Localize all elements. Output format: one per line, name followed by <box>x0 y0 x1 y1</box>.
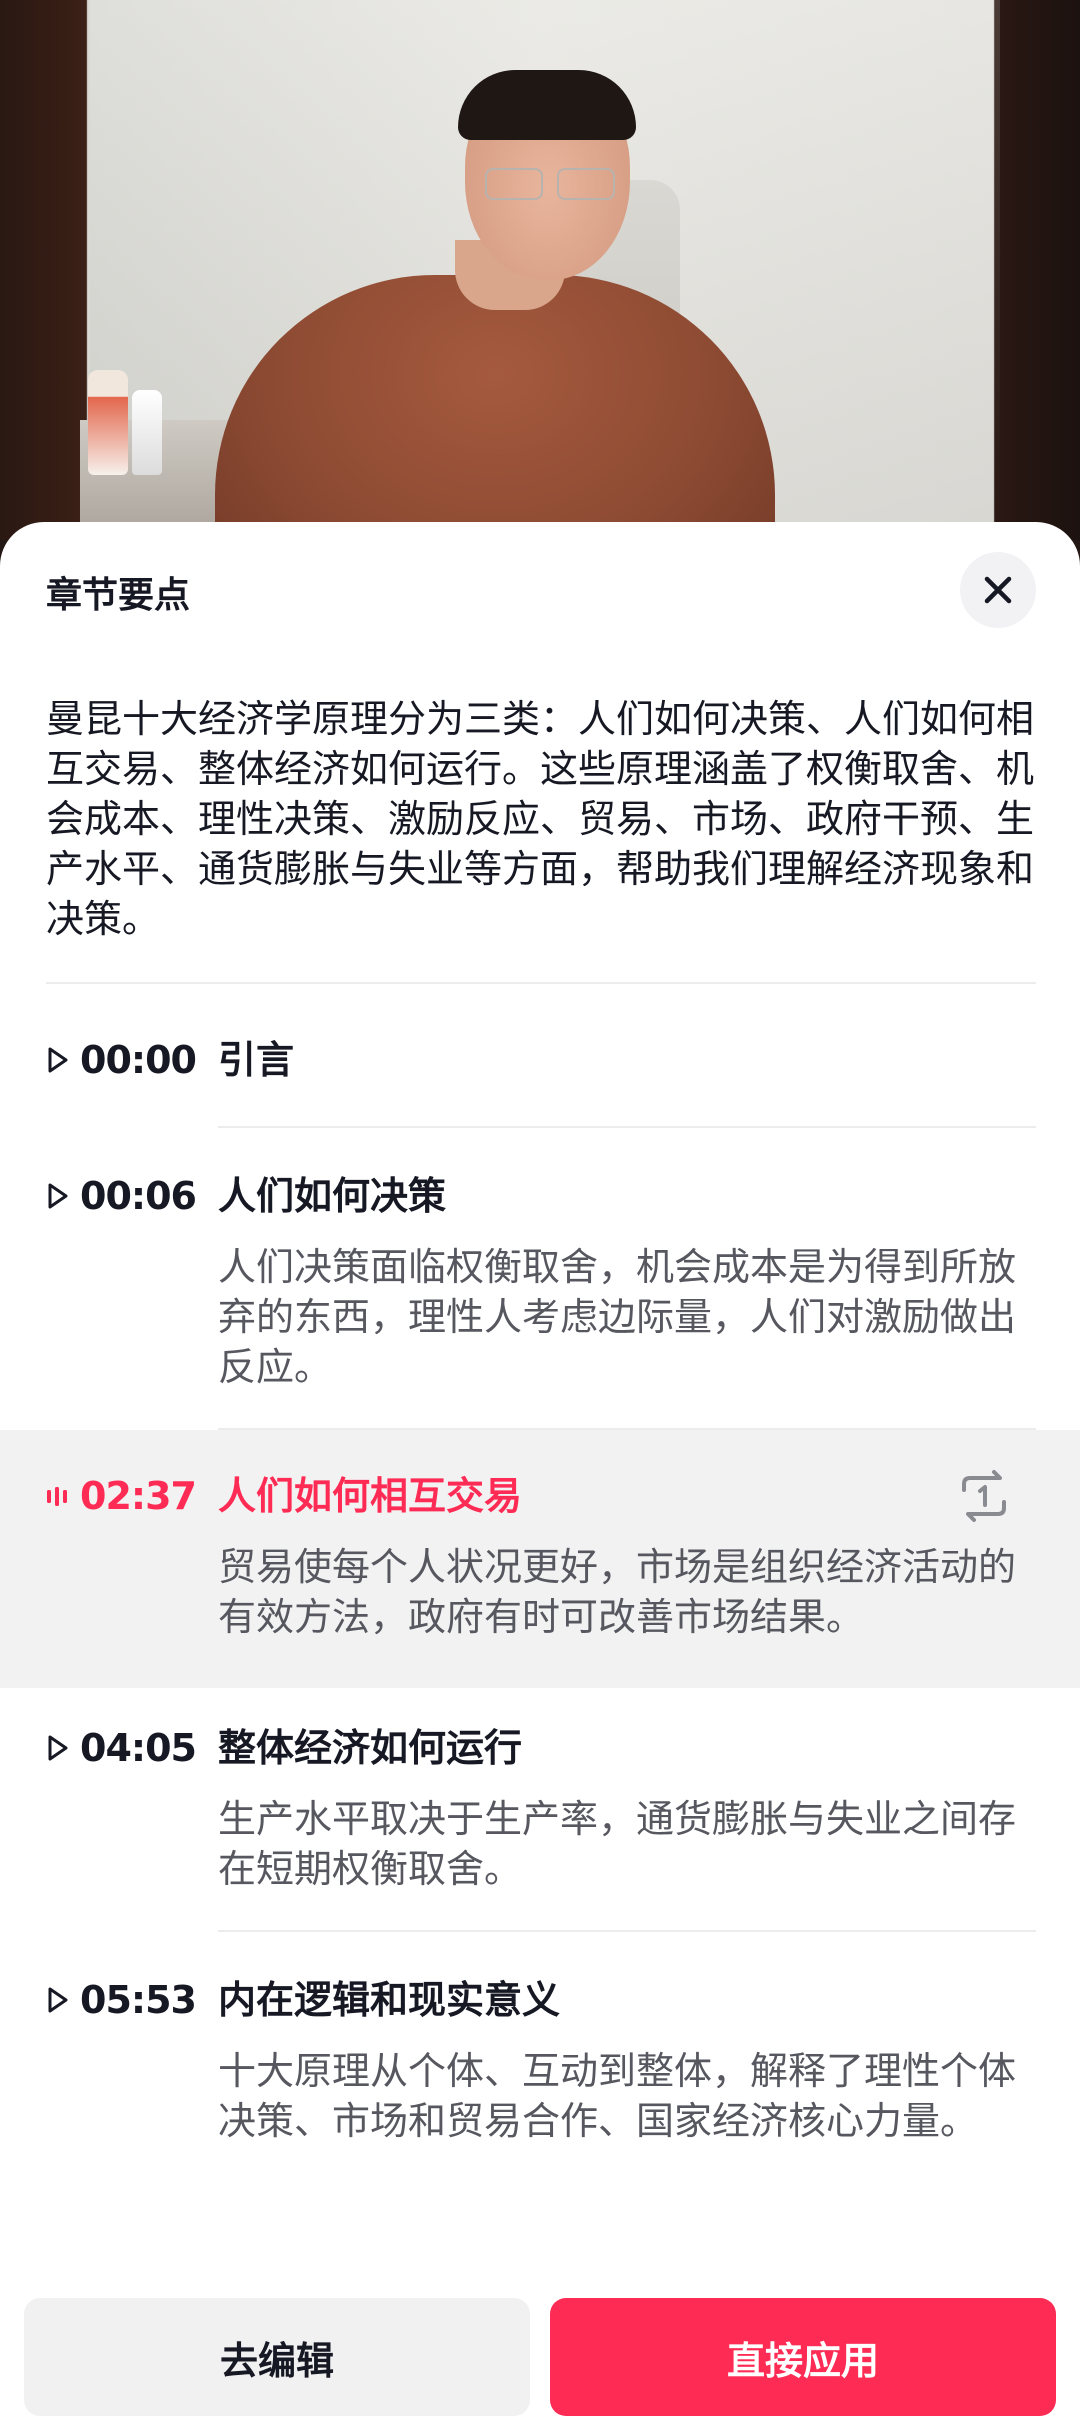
speaker-hair <box>458 70 636 140</box>
chapter-timestamp[interactable]: 05:53 <box>46 1970 200 2030</box>
close-icon <box>984 576 1012 604</box>
chapter-item-active[interactable]: 02:37 人们如何相互交易 贸易使每个人状况更好，市场是组织经济活动的有效方法… <box>0 1430 1080 1688</box>
chapter-description: 贸易使每个人状况更好，市场是组织经济活动的有效方法，政府有时可改善市场结果。 <box>218 1545 1017 1639</box>
play-triangle-icon <box>48 1183 68 1209</box>
chapter-title: 内在逻辑和现实意义 <box>218 1978 561 2022</box>
chapter-time: 00:06 <box>80 1174 197 1218</box>
chapter-timestamp[interactable]: 00:06 <box>46 1166 200 1226</box>
chapter-time: 02:37 <box>80 1474 197 1518</box>
chapter-description: 十大原理从个体、互动到整体，解释了理性个体决策、市场和贸易合作、国家经济核心力量… <box>218 2049 1017 2143</box>
sound-wave-icon <box>47 1487 67 1506</box>
divider <box>218 1126 1036 1128</box>
divider <box>218 1930 1036 1932</box>
video-preview[interactable] <box>0 0 1080 540</box>
apply-button[interactable]: 直接应用 <box>550 2298 1056 2416</box>
play-triangle-icon <box>48 1987 68 2013</box>
play-triangle-icon <box>48 1735 68 1761</box>
chapter-timestamp[interactable]: 04:05 <box>46 1718 200 1778</box>
chapter-timestamp[interactable]: 02:37 <box>46 1466 200 1526</box>
chapter-title: 人们如何相互交易 <box>218 1474 523 1518</box>
chapter-item[interactable]: 00:06 人们如何决策 人们决策面临权衡取舍，机会成本是为得到所放弃的东西，理… <box>0 1166 1080 1396</box>
sheet-title: 章节要点 <box>46 575 191 616</box>
chapter-summary: 曼昆十大经济学原理分为三类：人们如何决策、人们如何相互交易、整体经济如何运行。这… <box>46 697 1035 941</box>
chapter-timestamp[interactable]: 00:00 <box>46 1030 200 1090</box>
chapter-time: 04:05 <box>80 1726 197 1770</box>
chapter-item[interactable]: 05:53 内在逻辑和现实意义 十大原理从个体、互动到整体，解释了理性个体决策、… <box>0 1970 1080 2210</box>
chapter-item[interactable]: 04:05 整体经济如何运行 生产水平取决于生产率，通货膨胀与失业之间存在短期权… <box>0 1718 1080 1918</box>
play-triangle-icon <box>48 1047 68 1073</box>
video-bottle <box>132 390 162 475</box>
close-button[interactable] <box>960 552 1036 628</box>
loop-once-icon[interactable] <box>954 1466 1014 1526</box>
chapter-title: 引言 <box>218 1038 295 1082</box>
speaker-glasses <box>485 168 615 200</box>
chapter-item[interactable]: 00:00 引言 <box>0 1030 1080 1120</box>
chapter-time: 05:53 <box>80 1978 197 2022</box>
chapter-title: 人们如何决策 <box>218 1174 447 1218</box>
divider <box>46 982 1036 984</box>
chapter-description: 生产水平取决于生产率，通货膨胀与失业之间存在短期权衡取舍。 <box>218 1797 1017 1891</box>
chapter-description: 人们决策面临权衡取舍，机会成本是为得到所放弃的东西，理性人考虑边际量，人们对激励… <box>218 1245 1017 1389</box>
video-bottle <box>88 370 128 475</box>
chapter-highlights-sheet: 章节要点 曼昆十大经济学原理分为三类：人们如何决策、人们如何相互交易、整体经济如… <box>0 522 1080 2432</box>
chapter-time: 00:00 <box>80 1038 197 1082</box>
chapter-title: 整体经济如何运行 <box>218 1726 523 1770</box>
edit-button[interactable]: 去编辑 <box>24 2298 530 2416</box>
